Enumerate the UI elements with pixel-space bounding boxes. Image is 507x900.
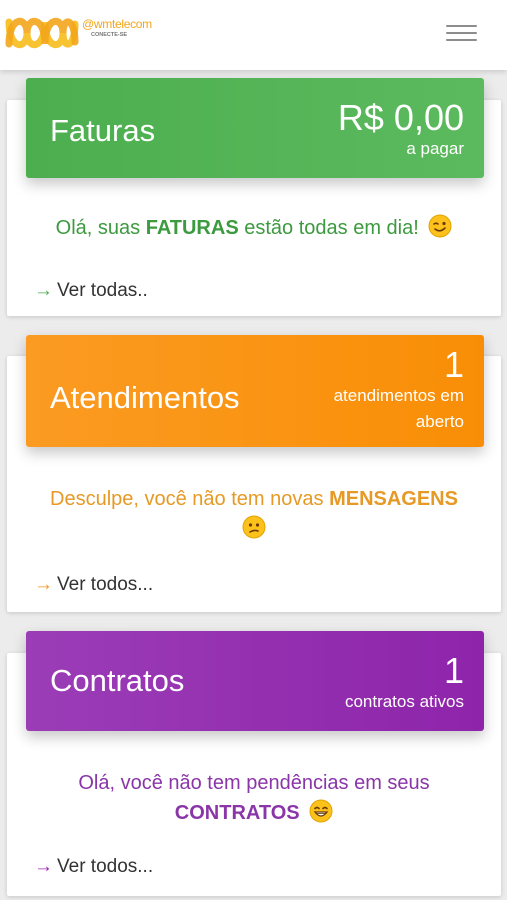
confused-face-icon [242, 515, 266, 539]
atendimentos-card: Atendimentos 1 atendimentos em aberto De… [7, 335, 501, 612]
atendimentos-header[interactable]: Atendimentos 1 atendimentos em aberto [26, 335, 484, 447]
faturas-message-bold: FATURAS [145, 217, 239, 239]
faturas-message-suffix: estão todas em dia! [238, 217, 419, 239]
wm-telecom-logo[interactable] [3, 8, 79, 58]
winking-face-icon [428, 214, 452, 238]
atendimentos-count: 1 atendimentos em aberto [334, 345, 464, 433]
contratos-count: 1 contratos ativos [345, 651, 464, 713]
contratos-title: Contratos [50, 663, 185, 698]
brand-name: @wmtelecom [82, 17, 152, 31]
contratos-message: Olá, você não tem pendências em seus CON… [7, 768, 501, 828]
faturas-message-prefix: Olá, suas [55, 217, 146, 239]
atendimentos-message-bold: MENSAGENS [329, 488, 458, 510]
contratos-link-label: Ver todos... [57, 856, 154, 877]
grinning-face-icon [309, 799, 333, 823]
brand-tagline: CONECTE-SE [91, 32, 128, 38]
faturas-link-label: Ver todas.. [57, 280, 148, 301]
contratos-count-label: contratos ativos [344, 692, 464, 711]
contratos-card: Contratos 1 contratos ativos Olá, você n… [7, 631, 501, 896]
faturas-title: Faturas [50, 113, 156, 148]
faturas-header[interactable]: Faturas R$ 0,00 a pagar [26, 78, 484, 178]
contratos-view-all-link[interactable]: → Ver todos... [34, 856, 153, 878]
atendimentos-count-label-2: aberto [415, 412, 464, 431]
contratos-message-prefix: Olá, você não tem pendências em seus [78, 772, 430, 794]
atendimentos-message: Desculpe, você não tem novas MENSAGENS [7, 484, 501, 544]
contratos-header[interactable]: Contratos 1 contratos ativos [26, 631, 484, 731]
faturas-amount: R$ 0,00 a pagar [338, 98, 464, 160]
atendimentos-message-prefix: Desculpe, você não tem novas [50, 488, 330, 510]
atendimentos-view-all-link[interactable]: → Ver todos... [34, 574, 153, 596]
brand: @wmtelecom CONECTE-SE [82, 17, 152, 38]
arrow-right-icon: → [34, 856, 53, 877]
arrow-right-icon: → [34, 280, 53, 301]
atendimentos-count-value: 1 [443, 344, 464, 385]
contratos-message-bold: CONTRATOS [174, 802, 300, 824]
faturas-message: Olá, suas FATURAS estão todas em dia! [7, 213, 501, 243]
atendimentos-link-label: Ver todos... [57, 574, 154, 595]
faturas-amount-value: R$ 0,00 [337, 97, 464, 138]
faturas-amount-label: a pagar [406, 139, 464, 158]
arrow-right-icon: → [34, 574, 53, 595]
atendimentos-title: Atendimentos [50, 380, 240, 415]
hamburger-menu-icon[interactable] [446, 25, 477, 45]
faturas-view-all-link[interactable]: → Ver todas.. [34, 280, 148, 302]
top-app-bar: @wmtelecom CONECTE-SE [0, 0, 507, 70]
faturas-card: Faturas R$ 0,00 a pagar Olá, suas FATURA… [7, 78, 501, 316]
atendimentos-count-label-1: atendimentos em [333, 386, 464, 405]
contratos-count-value: 1 [443, 650, 464, 691]
